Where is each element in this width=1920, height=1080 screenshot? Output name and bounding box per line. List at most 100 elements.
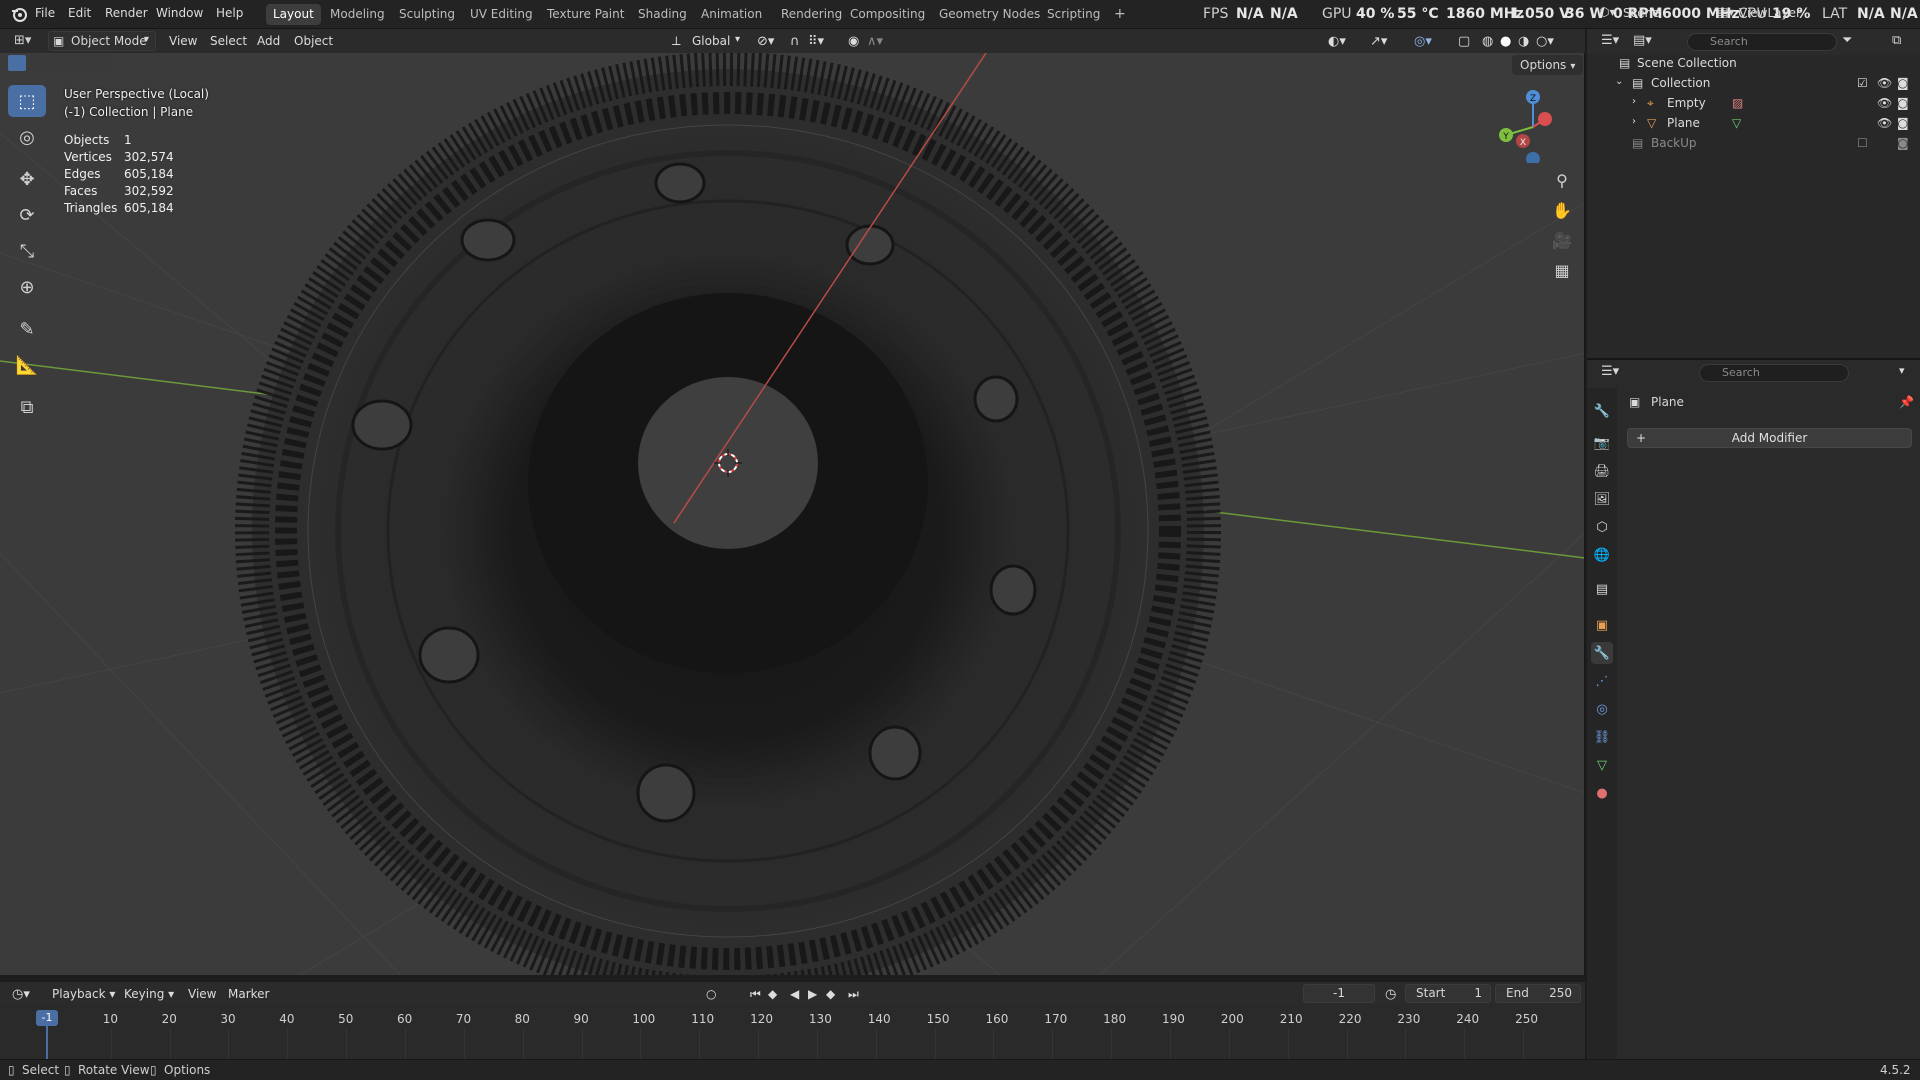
pivot-icon[interactable]: ⊘▾ — [757, 34, 774, 49]
scene-name[interactable]: Scene — [1623, 6, 1660, 20]
tab-compositing[interactable]: Compositing — [843, 4, 932, 25]
menu-view[interactable]: View — [169, 34, 197, 48]
jump-start-icon[interactable]: ⏮ — [750, 987, 761, 1002]
filter-icon[interactable]: ▤▾ — [1633, 33, 1652, 48]
checkbox-icon[interactable]: ☑ — [1857, 76, 1868, 90]
outliner-item-backup[interactable]: ▤ BackUp ☐ ◙ — [1587, 133, 1920, 153]
menu-edit[interactable]: Edit — [68, 6, 91, 20]
add-modifier-button[interactable]: + Add Modifier — [1627, 428, 1912, 448]
navigation-gizmo[interactable]: Z Y X — [1490, 83, 1570, 163]
solid-shading-icon[interactable]: ● — [1500, 34, 1511, 49]
modifier-tab-icon[interactable]: 🔧 — [1591, 642, 1613, 664]
tab-shading[interactable]: Shading — [631, 4, 694, 25]
eye-icon[interactable]: 👁 — [1877, 96, 1892, 110]
view-layer-name[interactable]: ViewLayer — [1739, 6, 1801, 20]
camera-view-icon[interactable]: 🎥 — [1548, 226, 1576, 254]
tab-rendering[interactable]: Rendering — [774, 4, 849, 25]
zoom-icon[interactable]: ⚲ — [1548, 166, 1576, 194]
camera-render-icon[interactable]: ◙ — [1897, 136, 1909, 150]
checkbox-icon[interactable]: ☐ — [1857, 136, 1868, 150]
display-mode-icon[interactable]: ☰▾ — [1601, 33, 1619, 48]
outliner-item-collection[interactable]: ⌄ ▤ Collection ☑ 👁 ◙ — [1587, 73, 1920, 93]
data-tab-icon[interactable]: ▽ — [1591, 754, 1613, 776]
new-collection-icon[interactable]: ⧉ — [1892, 33, 1901, 48]
visibility-icon[interactable]: ◐▾ — [1328, 34, 1346, 49]
end-frame-field[interactable]: End 250 — [1495, 984, 1581, 1003]
clock-icon[interactable]: ◷▾ — [12, 987, 30, 1002]
filter-funnel-icon[interactable]: ⏷ — [1842, 33, 1852, 48]
chevron-down-icon[interactable]: ▾ — [1899, 364, 1905, 377]
timeline-area[interactable]: -1 10 20 30 40 50 60 70 80 90 100 110 120 130 140 150 1… — [0, 1004, 1585, 1059]
add-workspace-button[interactable]: + — [1107, 4, 1133, 25]
rendered-shading-icon[interactable]: ○▾ — [1536, 34, 1554, 49]
menu-object[interactable]: Object — [294, 34, 333, 48]
play-icon[interactable]: ▶ — [808, 987, 817, 1001]
camera-render-icon[interactable]: ◙ — [1897, 96, 1909, 110]
perspective-toggle-icon[interactable]: ▦ — [1548, 256, 1576, 284]
chevron-right-icon[interactable]: › — [1632, 116, 1636, 127]
blender-logo-icon[interactable] — [10, 5, 28, 23]
select-subtract-icon[interactable] — [48, 55, 66, 71]
playhead-indicator[interactable]: -1 — [36, 1010, 58, 1026]
prev-keyframe-icon[interactable]: ◆ — [768, 987, 777, 1001]
camera-render-icon[interactable]: ◙ — [1897, 116, 1909, 130]
output-tab-icon[interactable]: 🖨 — [1591, 460, 1613, 482]
menu-help[interactable]: Help — [216, 6, 243, 20]
options-dropdown[interactable]: Options ▾ — [1512, 55, 1584, 75]
menu-marker[interactable]: Marker — [228, 987, 269, 1001]
tab-animation[interactable]: Animation — [694, 4, 769, 25]
render-tab-icon[interactable]: 📷 — [1591, 432, 1613, 454]
rotate-tool[interactable]: ⟳ — [8, 199, 46, 231]
chevron-down-icon[interactable]: ⌄ — [1615, 76, 1623, 87]
orientation-icon[interactable]: ⟂ — [672, 34, 681, 49]
tab-sculpting[interactable]: Sculpting — [392, 4, 462, 25]
tab-modeling[interactable]: Modeling — [323, 4, 392, 25]
tab-texture-paint[interactable]: Texture Paint — [540, 4, 631, 25]
view-layer-icon[interactable]: ▤▾ — [1717, 5, 1734, 19]
transform-tool[interactable]: ⊕ — [8, 271, 46, 303]
xray-icon[interactable]: ▢ — [1458, 34, 1470, 49]
menu-playback[interactable]: Playback ▾ — [52, 987, 115, 1001]
properties-search-input[interactable]: Search — [1699, 364, 1849, 382]
tool-tab-icon[interactable]: 🔧 — [1591, 400, 1613, 422]
particles-tab-icon[interactable]: ⋰ — [1591, 670, 1613, 692]
play-reverse-icon[interactable]: ◀ — [790, 987, 799, 1001]
camera-render-icon[interactable]: ◙ — [1897, 76, 1909, 90]
tab-scripting[interactable]: Scripting — [1040, 4, 1107, 25]
pan-hand-icon[interactable]: ✋ — [1548, 196, 1576, 224]
cursor-tool[interactable]: ◎ — [8, 121, 46, 153]
menu-add[interactable]: Add — [257, 34, 280, 48]
eye-icon[interactable]: 👁 — [1877, 116, 1892, 130]
tab-layout[interactable]: Layout — [266, 4, 321, 25]
view-layer-tab-icon[interactable]: 🖼 — [1591, 488, 1613, 510]
pin-icon[interactable]: 📌 — [1899, 395, 1914, 409]
select-invert-icon[interactable] — [68, 55, 86, 71]
wireframe-shading-icon[interactable]: ◍ — [1482, 34, 1493, 49]
preview-range-icon[interactable]: ◷ — [1385, 987, 1396, 1002]
physics-tab-icon[interactable]: ◎ — [1591, 698, 1613, 720]
3d-viewport[interactable]: ⬚ ◎ ✥ ⟳ ⤡ ⊕ ✎ 📐 ⧉ User Perspective (Loca… — [0, 53, 1585, 975]
select-new-icon[interactable] — [8, 55, 26, 71]
scene-icon[interactable]: ⬡▾ — [1599, 5, 1616, 19]
menu-keying[interactable]: Keying ▾ — [124, 987, 174, 1001]
object-tab-icon[interactable]: ▣ — [1591, 614, 1613, 636]
overlay-toggle-icon[interactable]: ◎▾ — [1414, 34, 1432, 49]
auto-keying-icon[interactable]: ○ — [706, 987, 716, 1001]
outliner-search-input[interactable]: Search — [1687, 33, 1837, 51]
select-intersect-icon[interactable] — [88, 55, 106, 71]
next-keyframe-icon[interactable]: ◆ — [826, 987, 835, 1001]
editor-type-icon[interactable]: ⊞▾ — [14, 33, 36, 49]
snap-icon[interactable]: ∩ — [790, 34, 800, 49]
tab-geometry-nodes[interactable]: Geometry Nodes — [932, 4, 1047, 25]
chevron-right-icon[interactable]: › — [1632, 96, 1636, 107]
proportional-edit-icon[interactable]: ◉ — [848, 34, 859, 49]
outliner-item-empty[interactable]: › ⌖ Empty ▨ 👁 ◙ — [1587, 93, 1920, 113]
menu-render[interactable]: Render — [105, 6, 148, 20]
collection-tab-icon[interactable]: ▤ — [1591, 578, 1613, 600]
eye-icon[interactable]: 👁 — [1877, 76, 1892, 90]
scene-tab-icon[interactable]: ⬡ — [1591, 516, 1613, 538]
editor-type-icon[interactable]: ☰▾ — [1601, 364, 1619, 379]
menu-select[interactable]: Select — [210, 34, 247, 48]
menu-window[interactable]: Window — [156, 6, 203, 20]
tab-uv-editing[interactable]: UV Editing — [463, 4, 540, 25]
